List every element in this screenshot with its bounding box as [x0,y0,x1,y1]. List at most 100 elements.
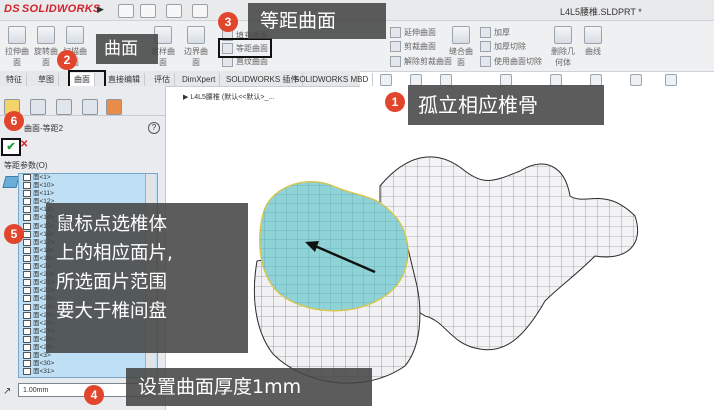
face-item-icon [23,319,31,327]
face-item-icon [23,360,31,368]
ribbon-trim-surface[interactable]: 剪裁曲面 [390,41,436,53]
ribbon-extrude-surface[interactable]: 拉伸曲面 [4,26,30,68]
ribbon-thicken-cut[interactable]: 加厚切除 [480,41,526,53]
ribbon-knit-surface[interactable]: 缝合曲面 [446,26,476,68]
face-item-label: 面<31> [33,368,55,376]
save-icon[interactable] [166,4,182,18]
callout-4-badge: 4 [84,385,104,405]
knit-surface-icon [452,26,470,44]
face-item-icon [23,311,31,319]
extend-surface-icon [390,27,401,39]
ribbon-boundary-surface[interactable]: 边界曲面 [183,26,209,68]
untrim-surface-icon [390,56,401,68]
ribbon-surface-cut[interactable]: 使用曲面切除 [480,56,542,68]
hide-show-icon[interactable] [630,74,642,86]
sweep-surface-icon [66,26,84,44]
face-item-icon [23,238,31,246]
face-item-icon [23,303,31,311]
face-item-icon [23,271,31,279]
tab-features[interactable]: 特征 [2,73,27,86]
appearance-icon[interactable] [665,74,677,86]
ribbon-extend-surface[interactable]: 延伸曲面 [390,27,436,39]
property-manager-icon[interactable] [30,99,46,115]
callout-6-badge: 6 [4,111,24,131]
revolve-surface-icon [37,26,55,44]
callout-1-label: 孤立相应椎骨 [408,85,604,125]
face-list-item[interactable]: 面<10> [19,182,157,190]
feature-title: 曲面-等距2 [24,124,64,133]
ruled-surface-icon [222,56,233,68]
cancel-icon[interactable]: ✕ [20,139,28,150]
callout-5-label: 鼠标点选椎体 上的相应面片, 所选面片范围 要大于椎间盘 [46,203,248,353]
callout-3-label: 等距曲面 [248,3,386,39]
ribbon-curves[interactable]: 曲线 [582,26,604,57]
face-item-icon [23,198,31,206]
open-document-icon[interactable] [140,4,156,18]
offset-surface-highlight [218,38,272,58]
dimxpert-manager-icon[interactable] [82,99,98,115]
face-item-icon [23,214,31,222]
document-title: L4L5腰椎.SLDPRT * [560,7,642,17]
display-manager-icon[interactable] [106,99,122,115]
ok-checkmark-icon[interactable]: ✔ [1,138,21,156]
ribbon-revolve-surface[interactable]: 旋转曲面 [33,26,59,68]
face-item-label: 面<10> [33,182,55,190]
face-item-label: 面<11> [33,190,54,198]
callout-5-badge: 5 [4,224,24,244]
curves-icon [584,26,602,44]
callout-2-badge: 2 [57,50,77,70]
view-toolbar [380,72,680,86]
print-icon[interactable] [192,4,208,18]
tab-sketch[interactable]: 草图 [34,73,59,86]
face-item-icon [23,287,31,295]
ribbon-delete-body[interactable]: 删除几何体 [548,26,578,68]
face-item-icon [23,335,31,343]
face-list-item[interactable]: 面<3> [19,352,157,360]
tab-dimxpert[interactable]: DimXpert [178,73,221,86]
extrude-surface-icon [8,26,26,44]
surface-cut-icon [480,56,491,68]
callout-4-label: 设置曲面厚度1mm [126,368,372,406]
face-item-icon [23,222,31,230]
configuration-manager-icon[interactable] [56,99,72,115]
face-item-label: 面<30> [33,360,55,368]
vertebra-model[interactable] [253,156,639,384]
face-item-icon [23,246,31,254]
new-document-icon[interactable] [118,4,134,18]
face-item-icon [23,263,31,271]
trim-surface-icon [390,41,401,53]
face-item-icon [23,230,31,238]
callout-1-badge: 1 [385,92,405,112]
callout-3-badge: 3 [218,12,238,32]
face-item-label: 面<1> [33,174,51,182]
face-item-icon [23,182,31,190]
face-item-icon [23,352,31,360]
thicken-icon [480,27,491,39]
offset-params-header[interactable]: 等距参数(O) [4,160,48,171]
boundary-surface-icon [187,26,205,44]
tab-sw-mbd[interactable]: SOLIDWORKS MBD [290,73,374,86]
offset-distance-icon: ↗ [3,386,12,397]
face-item-icon [23,368,31,376]
face-item-icon [23,190,31,198]
thicken-cut-icon [480,41,491,53]
face-item-icon [23,279,31,287]
ribbon-thicken[interactable]: 加厚 [480,27,510,39]
help-icon[interactable]: ? [148,122,160,134]
face-item-icon [23,206,31,214]
tab-direct-editing[interactable]: 直接编辑 [104,73,145,86]
tab-evaluate[interactable]: 评估 [150,73,175,86]
menu-expand-icon[interactable]: ▶ [97,4,104,15]
face-list-item[interactable]: 面<11> [19,190,157,198]
face-item-icon [23,254,31,262]
solidworks-logo[interactable]: DS SOLIDWORKS [4,3,101,15]
face-list-item[interactable]: 面<1> [19,174,157,182]
zoom-fit-icon[interactable] [380,74,392,86]
delete-body-icon [554,26,572,44]
face-item-icon [23,295,31,303]
callout-2-label: 曲面 [96,34,158,64]
ribbon-untrim-surface[interactable]: 解除剪裁曲面 [390,56,452,68]
face-item-icon [23,343,31,351]
manager-tabs [0,97,165,116]
face-item-icon [23,174,31,181]
